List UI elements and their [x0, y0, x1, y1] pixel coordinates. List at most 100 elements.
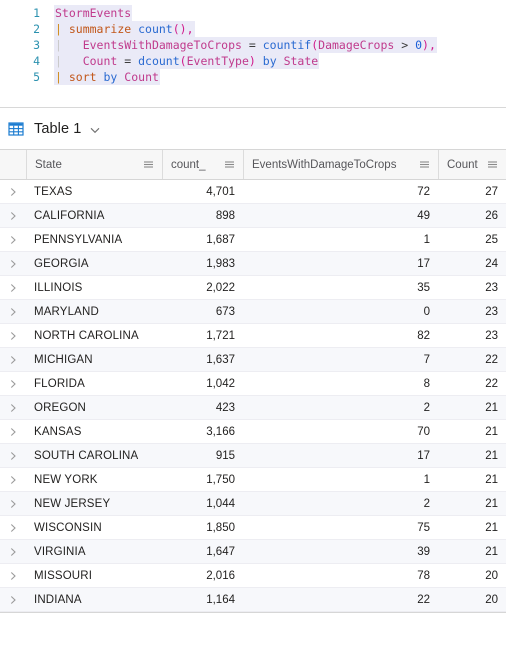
chevron-right-icon[interactable] — [8, 451, 18, 461]
cell-cnt[interactable]: 27 — [438, 180, 506, 203]
cell-count[interactable]: 673 — [162, 300, 243, 323]
cell-ewdc[interactable]: 1 — [243, 468, 438, 491]
cell-cnt[interactable]: 20 — [438, 564, 506, 587]
row-expander[interactable] — [0, 348, 26, 371]
chevron-right-icon[interactable] — [8, 331, 18, 341]
cell-count[interactable]: 1,721 — [162, 324, 243, 347]
table-row[interactable]: FLORIDA 1,042 8 22 — [0, 372, 506, 396]
cell-count[interactable]: 1,637 — [162, 348, 243, 371]
cell-count[interactable]: 423 — [162, 396, 243, 419]
cell-ewdc[interactable]: 22 — [243, 588, 438, 611]
chevron-down-icon[interactable] — [89, 123, 101, 135]
cell-ewdc[interactable]: 35 — [243, 276, 438, 299]
cell-count[interactable]: 1,042 — [162, 372, 243, 395]
column-header-cnt[interactable]: Count — [438, 150, 506, 179]
column-header-count[interactable]: count_ — [162, 150, 243, 179]
chevron-right-icon[interactable] — [8, 571, 18, 581]
cell-cnt[interactable]: 20 — [438, 588, 506, 611]
row-expander[interactable] — [0, 516, 26, 539]
table-row[interactable]: SOUTH CAROLINA 915 17 21 — [0, 444, 506, 468]
table-row[interactable]: CALIFORNIA 898 49 26 — [0, 204, 506, 228]
table-row[interactable]: OREGON 423 2 21 — [0, 396, 506, 420]
cell-state[interactable]: OREGON — [26, 396, 162, 419]
row-expander[interactable] — [0, 300, 26, 323]
cell-state[interactable]: SOUTH CAROLINA — [26, 444, 162, 467]
results-grid[interactable]: State count_ EventsWithDamageToCrops Count … — [0, 149, 506, 613]
table-row[interactable]: MISSOURI 2,016 78 20 — [0, 564, 506, 588]
cell-state[interactable]: TEXAS — [26, 180, 162, 203]
cell-state[interactable]: MARYLAND — [26, 300, 162, 323]
cell-ewdc[interactable]: 39 — [243, 540, 438, 563]
cell-ewdc[interactable]: 1 — [243, 228, 438, 251]
cell-state[interactable]: MICHIGAN — [26, 348, 162, 371]
cell-count[interactable]: 2,022 — [162, 276, 243, 299]
chevron-right-icon[interactable] — [8, 547, 18, 557]
code-line[interactable]: 5 | sort by Count — [0, 69, 506, 85]
chevron-right-icon[interactable] — [8, 187, 18, 197]
cell-count[interactable]: 1,044 — [162, 492, 243, 515]
row-expander[interactable] — [0, 228, 26, 251]
cell-state[interactable]: FLORIDA — [26, 372, 162, 395]
table-row[interactable]: TEXAS 4,701 72 27 — [0, 180, 506, 204]
row-expander[interactable] — [0, 588, 26, 611]
cell-cnt[interactable]: 21 — [438, 444, 506, 467]
chevron-right-icon[interactable] — [8, 283, 18, 293]
table-row[interactable]: MICHIGAN 1,637 7 22 — [0, 348, 506, 372]
table-row[interactable]: KANSAS 3,166 70 21 — [0, 420, 506, 444]
cell-count[interactable]: 3,166 — [162, 420, 243, 443]
cell-cnt[interactable]: 26 — [438, 204, 506, 227]
cell-cnt[interactable]: 21 — [438, 492, 506, 515]
table-row[interactable]: NEW JERSEY 1,044 2 21 — [0, 492, 506, 516]
row-expander[interactable] — [0, 540, 26, 563]
cell-state[interactable]: NEW YORK — [26, 468, 162, 491]
cell-state[interactable]: NORTH CAROLINA — [26, 324, 162, 347]
cell-cnt[interactable]: 21 — [438, 540, 506, 563]
table-row[interactable]: NEW YORK 1,750 1 21 — [0, 468, 506, 492]
cell-ewdc[interactable]: 49 — [243, 204, 438, 227]
cell-cnt[interactable]: 23 — [438, 276, 506, 299]
table-row[interactable]: WISCONSIN 1,850 75 21 — [0, 516, 506, 540]
code-line[interactable]: 3 | EventsWithDamageToCrops = countif(Dam… — [0, 37, 506, 53]
cell-cnt[interactable]: 24 — [438, 252, 506, 275]
cell-count[interactable]: 1,850 — [162, 516, 243, 539]
cell-state[interactable]: ILLINOIS — [26, 276, 162, 299]
cell-count[interactable]: 2,016 — [162, 564, 243, 587]
row-expander[interactable] — [0, 252, 26, 275]
cell-state[interactable]: CALIFORNIA — [26, 204, 162, 227]
chevron-right-icon[interactable] — [8, 307, 18, 317]
cell-cnt[interactable]: 21 — [438, 468, 506, 491]
row-expander[interactable] — [0, 204, 26, 227]
cell-ewdc[interactable]: 70 — [243, 420, 438, 443]
cell-cnt[interactable]: 21 — [438, 420, 506, 443]
table-row[interactable]: ILLINOIS 2,022 35 23 — [0, 276, 506, 300]
chevron-right-icon[interactable] — [8, 475, 18, 485]
cell-ewdc[interactable]: 72 — [243, 180, 438, 203]
cell-ewdc[interactable]: 8 — [243, 372, 438, 395]
code-line[interactable]: 4 | Count = dcount(EventType) by State — [0, 53, 506, 69]
column-menu-icon[interactable] — [487, 159, 498, 170]
cell-count[interactable]: 1,647 — [162, 540, 243, 563]
cell-count[interactable]: 4,701 — [162, 180, 243, 203]
table-row[interactable]: MARYLAND 673 0 23 — [0, 300, 506, 324]
cell-count[interactable]: 1,687 — [162, 228, 243, 251]
table-row[interactable]: INDIANA 1,164 22 20 — [0, 588, 506, 612]
cell-ewdc[interactable]: 17 — [243, 252, 438, 275]
cell-cnt[interactable]: 21 — [438, 396, 506, 419]
chevron-right-icon[interactable] — [8, 259, 18, 269]
column-menu-icon[interactable] — [419, 159, 430, 170]
row-expander[interactable] — [0, 468, 26, 491]
table-row[interactable]: NORTH CAROLINA 1,721 82 23 — [0, 324, 506, 348]
grid-header-row[interactable]: State count_ EventsWithDamageToCrops Count — [0, 150, 506, 180]
chevron-right-icon[interactable] — [8, 403, 18, 413]
row-expander[interactable] — [0, 372, 26, 395]
row-expander[interactable] — [0, 564, 26, 587]
code-line[interactable]: 2 | summarize count(), — [0, 21, 506, 37]
cell-state[interactable]: MISSOURI — [26, 564, 162, 587]
cell-count[interactable]: 898 — [162, 204, 243, 227]
cell-ewdc[interactable]: 2 — [243, 492, 438, 515]
cell-ewdc[interactable]: 7 — [243, 348, 438, 371]
row-expander[interactable] — [0, 324, 26, 347]
cell-state[interactable]: INDIANA — [26, 588, 162, 611]
table-row[interactable]: GEORGIA 1,983 17 24 — [0, 252, 506, 276]
cell-state[interactable]: WISCONSIN — [26, 516, 162, 539]
